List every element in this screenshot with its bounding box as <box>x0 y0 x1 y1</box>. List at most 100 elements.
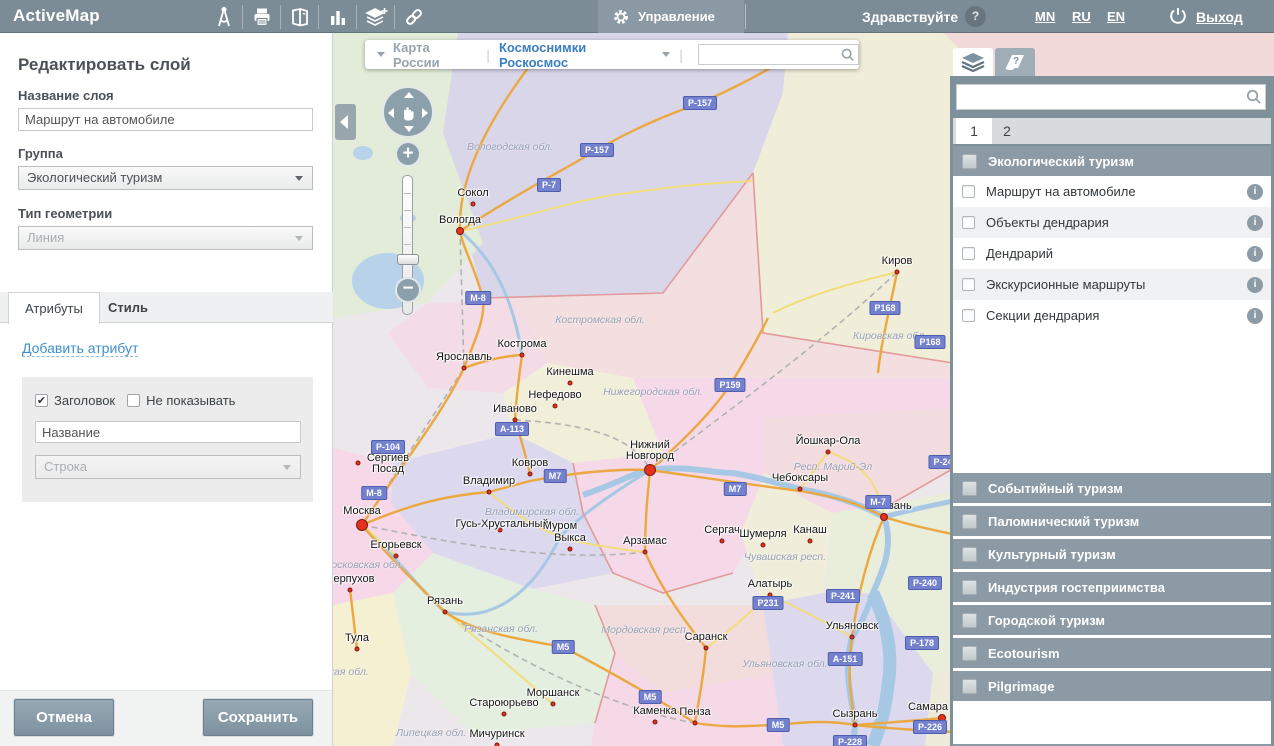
hide-checkbox[interactable] <box>127 394 140 407</box>
city-label: Канаш <box>793 525 827 536</box>
overlay-map-dropdown-icon[interactable] <box>662 52 670 57</box>
chevron-down-icon <box>295 236 303 241</box>
group-checkbox[interactable] <box>962 514 977 529</box>
attribute-type-select: Строка <box>35 455 301 479</box>
base-map-selector[interactable]: Карта России <box>393 40 477 70</box>
info-icon[interactable]: i <box>1247 246 1263 262</box>
layer-name-input[interactable] <box>18 108 313 131</box>
language-link-mn[interactable]: MN <box>1035 9 1055 24</box>
layer-group-header[interactable]: Культурный туризм <box>953 539 1271 569</box>
group-name: Pilgrimage <box>988 679 1054 694</box>
layer-group-header[interactable]: Городской туризм <box>953 605 1271 635</box>
info-icon[interactable]: i <box>1247 308 1263 324</box>
city-dot <box>643 550 648 555</box>
tab-layers[interactable] <box>953 48 993 76</box>
link-icon <box>403 6 425 28</box>
group-checkbox[interactable] <box>962 646 977 661</box>
layer-group-header[interactable]: Паломнический туризм <box>953 506 1271 536</box>
tab-attributes[interactable]: Атрибуты <box>8 292 100 324</box>
layer-checkbox[interactable] <box>962 309 975 322</box>
info-icon[interactable]: i <box>1247 277 1263 293</box>
language-link-en[interactable]: EN <box>1107 9 1125 24</box>
city-label: Нижний Новгород <box>626 440 674 462</box>
layer-row[interactable]: Маршрут на автомобилеi <box>953 176 1271 207</box>
layer-row[interactable]: Секции дендрарияi <box>953 300 1271 331</box>
add-layer-button[interactable] <box>357 0 394 33</box>
attribute-name-input[interactable] <box>35 421 301 443</box>
city-dot <box>520 353 525 358</box>
overlay-map-selector[interactable]: Космоснимки Роскосмос <box>499 40 654 70</box>
group-select[interactable]: Экологический туризм <box>18 166 313 190</box>
layer-row[interactable]: Дендрарий i <box>953 238 1271 269</box>
layer-group-header[interactable]: Pilgrimage <box>953 671 1271 701</box>
tab-style[interactable]: Стиль <box>92 292 164 323</box>
geometry-type-select: Линия <box>18 226 313 250</box>
group-checkbox[interactable] <box>962 613 977 628</box>
zoom-out-button[interactable]: − <box>395 277 421 303</box>
layer-checkbox[interactable] <box>962 216 975 229</box>
toolbar-divider: | <box>486 47 490 63</box>
group-checkbox[interactable] <box>962 547 977 562</box>
layer-row[interactable]: Объекты дендрарияi <box>953 207 1271 238</box>
layer-row[interactable]: Экскурсионные маршрутыi <box>953 269 1271 300</box>
map-pan-control[interactable] <box>382 86 434 138</box>
add-layer-icon <box>364 6 388 28</box>
pan-up-icon[interactable] <box>404 92 414 98</box>
attribute-type-value: Строка <box>44 459 87 474</box>
zoom-slider-handle[interactable] <box>397 254 419 265</box>
pan-right-icon[interactable] <box>422 108 428 118</box>
road-badge: Р231 <box>752 596 783 610</box>
help-badge[interactable]: ? <box>965 6 986 27</box>
layer-group-header[interactable]: Ecotourism <box>953 638 1271 668</box>
layer-group-header[interactable]: Событийный туризм <box>953 473 1271 503</box>
region-label: Чувашская респ. <box>744 551 826 563</box>
language-link-ru[interactable]: RU <box>1072 9 1091 24</box>
pan-left-icon[interactable] <box>388 108 394 118</box>
add-attribute-link[interactable]: Добавить атрибут <box>22 340 138 357</box>
collapse-panel-button[interactable] <box>335 104 356 140</box>
save-button[interactable]: Сохранить <box>203 699 313 736</box>
tab-legend[interactable]: ? <box>995 48 1035 76</box>
title-checkbox-label: Заголовок <box>54 393 115 408</box>
layer-name: Дендрарий <box>986 246 1236 261</box>
layer-group-header[interactable]: Экологический туризм <box>953 146 1271 176</box>
group-checkbox[interactable] <box>962 154 977 169</box>
layer-checkbox[interactable] <box>962 278 975 291</box>
layer-checkbox[interactable] <box>962 185 975 198</box>
layer-checkbox[interactable] <box>962 247 975 260</box>
page-tab-1[interactable]: 1 <box>956 118 992 144</box>
zoom-in-button[interactable]: + <box>395 141 421 167</box>
pan-down-icon[interactable] <box>404 126 414 132</box>
region-label: Московская обл. <box>333 559 403 571</box>
attribute-box: ✔ Заголовок Не показывать Строка <box>22 377 313 502</box>
print-button[interactable] <box>243 0 280 33</box>
layer-group-header[interactable]: Индустрия гостеприимства <box>953 572 1271 602</box>
page-tab-2[interactable]: 2 <box>995 118 1019 144</box>
management-menu[interactable]: Управление <box>598 0 744 33</box>
city-dot <box>443 610 448 615</box>
statistics-button[interactable] <box>319 0 356 33</box>
header-divider <box>745 4 746 29</box>
info-icon[interactable]: i <box>1247 215 1263 231</box>
road-badge: М5 <box>639 690 662 704</box>
base-map-dropdown-icon[interactable] <box>377 52 385 57</box>
cancel-button[interactable]: Отмена <box>14 699 114 736</box>
city-dot <box>653 720 658 725</box>
road-badge: М7 <box>544 469 567 483</box>
logout-link[interactable]: Выход <box>1196 9 1243 25</box>
group-checkbox[interactable] <box>962 679 977 694</box>
map-search-input[interactable] <box>698 44 859 65</box>
legend-button[interactable] <box>281 0 318 33</box>
info-icon[interactable]: i <box>1247 184 1263 200</box>
city-label: Киров <box>882 256 913 267</box>
group-name: Паломнический туризм <box>988 514 1139 529</box>
share-link-button[interactable] <box>395 0 432 33</box>
group-checkbox[interactable] <box>962 481 977 496</box>
map-toolbar: Карта России | Космоснимки Роскосмос | <box>365 40 859 69</box>
layers-search-input[interactable] <box>956 84 1266 110</box>
region-label: Нижегородская обл. <box>603 386 703 398</box>
group-checkbox[interactable] <box>962 580 977 595</box>
title-checkbox[interactable]: ✔ <box>35 394 48 407</box>
measure-tool-button[interactable] <box>205 0 242 33</box>
legend-help-icon: ? <box>1002 52 1028 72</box>
